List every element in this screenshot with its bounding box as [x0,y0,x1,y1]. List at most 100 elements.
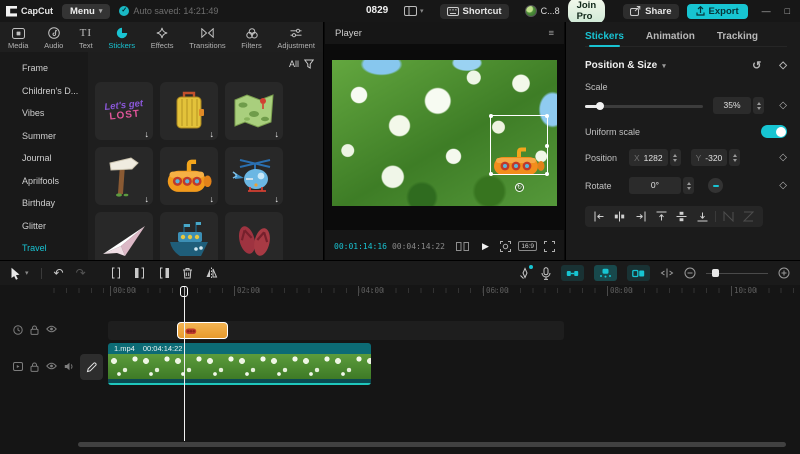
sticker-card[interactable]: ↓ [160,82,218,140]
align-center-horizontal-button[interactable] [610,211,631,222]
select-tool-button[interactable]: ▾ [10,267,29,280]
resize-handle-nw[interactable] [489,114,493,118]
delete-right-button[interactable] [158,267,170,279]
filter-funnel-icon[interactable] [304,59,314,69]
undo-button[interactable]: ↶ [54,266,64,280]
account-button[interactable]: C...8 [525,5,560,17]
rotate-stepper[interactable] [683,177,694,194]
workspace-layout-button[interactable]: ▾ [404,6,424,16]
position-x-stepper[interactable] [670,149,681,166]
scale-stepper[interactable] [753,97,764,114]
delete-left-button[interactable] [134,267,146,279]
category-journal[interactable]: Journal [0,147,88,170]
tab-transitions[interactable]: Transitions [189,27,225,50]
rotate-dial[interactable] [708,178,723,193]
scale-value-input[interactable]: 35% [713,97,751,114]
tab-adjustment[interactable]: Adjustment [277,27,315,50]
tab-media[interactable]: Media [8,27,28,50]
zoom-in-button[interactable] [778,267,790,279]
position-x-input[interactable]: X 1282 [629,149,668,166]
position-y-input[interactable]: Y -320 [691,149,728,166]
playhead-line[interactable] [184,286,185,441]
lock-icon[interactable] [30,362,39,372]
resize-handle-e[interactable] [545,144,549,148]
clock-icon[interactable] [13,325,23,335]
uniform-scale-toggle[interactable] [761,125,787,138]
auto-attract-toggle[interactable] [594,265,617,281]
filter-all-label[interactable]: All [289,59,299,69]
delete-button[interactable] [182,267,193,279]
video-timeline-clip[interactable]: 1.mp4 00:04:14:22 [108,343,371,385]
join-pro-button[interactable]: Join Pro [568,0,606,24]
eye-icon[interactable] [46,325,57,333]
maximize-button[interactable]: □ [785,6,790,16]
zoom-out-button[interactable] [684,267,696,279]
adjust-track-height-button[interactable] [660,268,674,278]
category-vibes[interactable]: Vibes [0,102,88,125]
resize-handle-se[interactable] [545,172,549,176]
timeline-ruler[interactable]: 00:00 02:00 04:00 06:00 08:00 10:00 [0,285,800,299]
sticker-card[interactable]: ↓ [160,147,218,205]
speaker-icon[interactable] [64,362,75,371]
align-right-button[interactable] [630,211,651,222]
timeline-zoom-slider[interactable] [706,268,768,278]
sticker-card[interactable]: ↓ [225,147,283,205]
preview-canvas[interactable]: ↻ [325,44,564,230]
keyframe-icon[interactable]: ◇ [779,152,787,163]
shortcut-button[interactable]: Shortcut [440,4,509,19]
tab-stickers[interactable]: Stickers [108,27,135,50]
category-glitter[interactable]: Glitter [0,215,88,238]
link-preview-toggle[interactable] [627,265,650,281]
scale-slider[interactable] [585,101,703,111]
lock-icon[interactable] [30,325,39,335]
category-aprilfools[interactable]: Aprilfools [0,170,88,193]
share-button[interactable]: Share [623,4,678,19]
split-button[interactable] [110,267,122,279]
category-travel[interactable]: Travel [0,237,88,260]
voiceover-button[interactable] [541,267,551,280]
frame-step-icon[interactable] [456,242,469,251]
cover-icon[interactable] [13,362,23,371]
sticker-selection-box[interactable] [490,115,548,175]
keyframe-icon[interactable]: ◇ [779,100,787,111]
resize-handle-sw[interactable] [489,172,493,176]
sticker-card[interactable]: Let's get LOST ↓ [95,82,153,140]
aspect-ratio-button[interactable]: 16:9 [518,241,537,251]
align-top-button[interactable] [651,211,672,222]
resize-handle-ne[interactable] [545,114,549,118]
tab-audio[interactable]: Audio [44,27,63,50]
fullscreen-icon[interactable] [544,241,555,252]
position-size-section-header[interactable]: Position & Size ▾ ↺ ◇ [585,59,787,72]
category-frame[interactable]: Frame [0,57,88,80]
scale-slider-knob[interactable] [596,102,604,110]
magnetic-snap-toggle[interactable] [561,265,584,281]
minimize-button[interactable]: — [762,6,771,16]
rotate-value-input[interactable]: 0° [629,177,681,194]
tab-animation[interactable]: Animation [646,31,695,42]
sticker-card[interactable]: ↓ [95,147,153,205]
keyframe-add-button[interactable] [519,267,531,279]
eye-icon[interactable] [46,362,57,370]
sticker-card[interactable]: ↓ [225,82,283,140]
keyframe-icon[interactable]: ◇ [779,60,787,71]
player-menu-icon[interactable]: ≡ [548,28,554,39]
rotate-handle[interactable]: ↻ [515,183,524,192]
playhead-handle[interactable] [180,286,188,297]
tab-text[interactable]: TI Text [79,27,93,50]
tab-tracking[interactable]: Tracking [717,31,758,42]
align-left-button[interactable] [589,211,610,222]
zoom-slider-knob[interactable] [712,269,719,277]
category-childrens-day[interactable]: Children's D... [0,80,88,103]
fit-preview-icon[interactable] [500,241,511,252]
menu-button[interactable]: Menu ▾ [62,4,110,19]
position-y-stepper[interactable] [729,149,740,166]
mirror-button[interactable] [205,267,218,279]
edit-cover-button[interactable] [80,354,103,380]
reset-icon[interactable]: ↺ [752,59,761,72]
align-bottom-button[interactable] [692,211,713,222]
tab-filters[interactable]: Filters [241,27,261,50]
align-center-vertical-button[interactable] [672,211,693,222]
tab-effects[interactable]: Effects [151,27,174,50]
play-button[interactable]: ▶ [482,241,489,252]
timeline-horizontal-scrollbar[interactable] [78,442,786,447]
